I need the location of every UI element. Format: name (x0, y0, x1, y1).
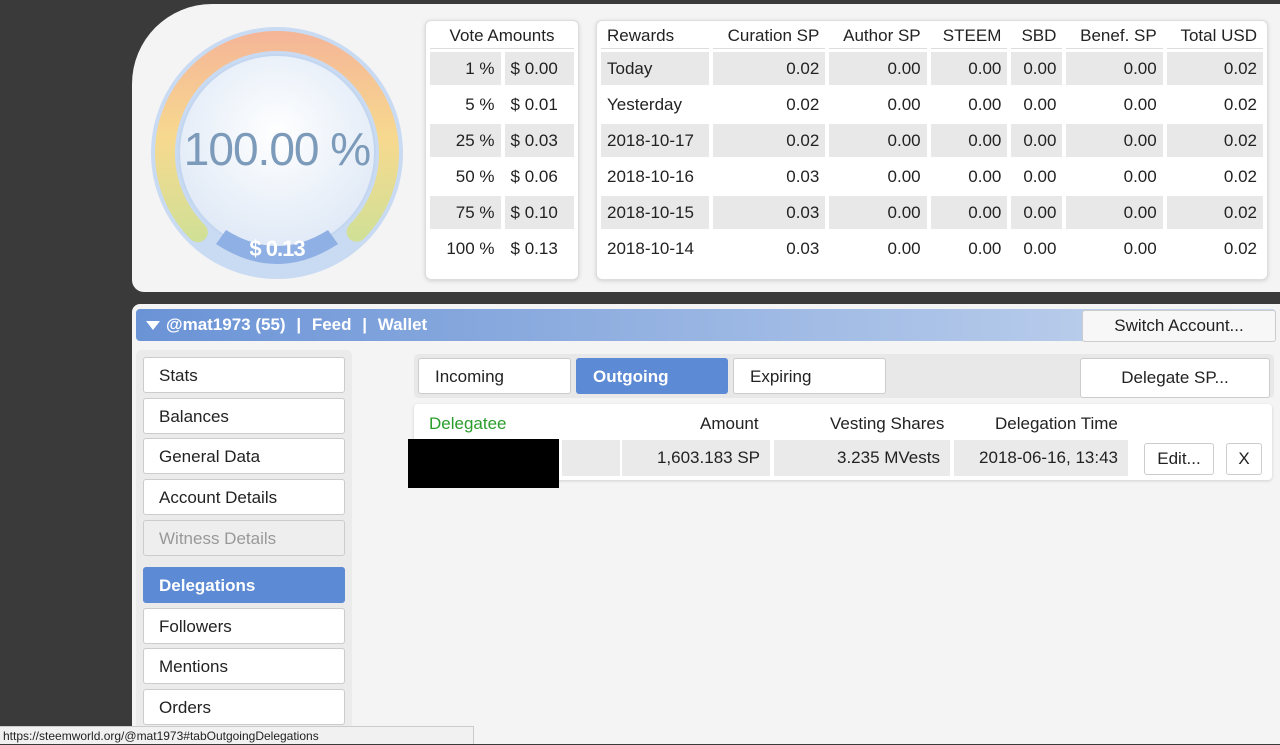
sidebar-item-account-details[interactable]: Account Details (143, 479, 345, 515)
vote-value-usd: $ 0.13 (249, 236, 305, 261)
table-row: 50 % $ 0.06 (455, 166, 558, 186)
redacted-delegatee (408, 439, 559, 488)
table-row: 75 % $ 0.10 (430, 196, 574, 229)
tab-expiring[interactable]: Expiring (733, 358, 886, 394)
collapse-triangle-icon[interactable] (146, 321, 160, 331)
table-row: Yesterday 0.02 0.00 0.00 0.00 0.00 0.02 (607, 94, 1257, 114)
voting-power-percent: 100.00 % (183, 123, 371, 175)
sidebar-item-mentions[interactable]: Mentions (143, 648, 345, 684)
table-row: 2018-10-14 0.03 0.00 0.00 0.00 0.00 0.02 (607, 238, 1257, 258)
delegatee-header[interactable]: Delegatee (429, 414, 507, 434)
table-row: 25 % $ 0.03 (430, 124, 574, 157)
nav-separator: | (296, 315, 302, 334)
delegatee-spacer-cell (562, 440, 620, 476)
delegation-time-header: Delegation Time (995, 414, 1118, 433)
vote-amounts-card: Vote Amounts 1 % $ 0.00 5 % $ 0.01 25 % $ 0… (425, 20, 579, 280)
sidebar-item-general-data[interactable]: General Data (143, 438, 345, 474)
account-nav: @mat1973 (55) | Feed | Wallet (146, 315, 433, 335)
table-row: 100 % $ 0.13 (446, 238, 558, 258)
feed-link[interactable]: Feed (312, 315, 352, 334)
amount-cell: 1,603.183 SP (622, 440, 770, 476)
vote-amounts-table: Vote Amounts 1 % $ 0.00 5 % $ 0.01 25 % $ 0… (426, 21, 578, 268)
delegate-sp-button[interactable]: Delegate SP... (1080, 358, 1270, 398)
table-row: 5 % $ 0.01 (465, 94, 558, 114)
status-url: https://steemworld.org/@mat1973#tabOutgo… (0, 726, 474, 744)
table-row: 2018-10-16 0.03 0.00 0.00 0.00 0.00 0.02 (607, 166, 1257, 186)
vesting-cell: 3.235 MVests (774, 440, 950, 476)
table-row: 1 % $ 0.00 (430, 52, 574, 85)
table-row: 2018-10-17 0.02 0.00 0.00 0.00 0.00 0.02 (601, 124, 1263, 157)
voting-power-gauge: 100.00 % $ 0.13 (146, 22, 408, 284)
table-row: Today 0.02 0.00 0.00 0.00 0.00 0.02 (601, 52, 1263, 85)
amount-header: Amount (700, 414, 759, 433)
rewards-card: Rewards Curation SP Author SP STEEM SBD … (596, 20, 1268, 280)
vote-amounts-header: Vote Amounts (430, 24, 574, 49)
sidebar-item-witness-details: Witness Details (143, 520, 345, 556)
delegation-time-cell: 2018-06-16, 13:43 (954, 440, 1128, 476)
rewards-table: Rewards Curation SP Author SP STEEM SBD … (597, 21, 1267, 268)
sidebar-item-balances[interactable]: Balances (143, 398, 345, 434)
tab-outgoing[interactable]: Outgoing (576, 358, 728, 394)
account-link[interactable]: @mat1973 (55) (166, 315, 286, 334)
switch-account-button[interactable]: Switch Account... (1082, 310, 1276, 342)
nav-separator: | (362, 315, 368, 334)
vesting-header: Vesting Shares (830, 414, 945, 433)
tab-incoming[interactable]: Incoming (418, 358, 571, 394)
sidebar-item-followers[interactable]: Followers (143, 608, 345, 644)
sidebar-item-delegations[interactable]: Delegations (143, 567, 345, 603)
wallet-link[interactable]: Wallet (378, 315, 427, 334)
rewards-header-row: Rewards Curation SP Author SP STEEM SBD … (601, 24, 1263, 49)
sidebar-item-orders[interactable]: Orders (143, 689, 345, 725)
remove-delegation-button[interactable]: X (1226, 443, 1262, 475)
table-row: 2018-10-15 0.03 0.00 0.00 0.00 0.00 0.02 (601, 196, 1263, 229)
sidebar-item-stats[interactable]: Stats (143, 357, 345, 393)
edit-delegation-button[interactable]: Edit... (1144, 443, 1214, 475)
